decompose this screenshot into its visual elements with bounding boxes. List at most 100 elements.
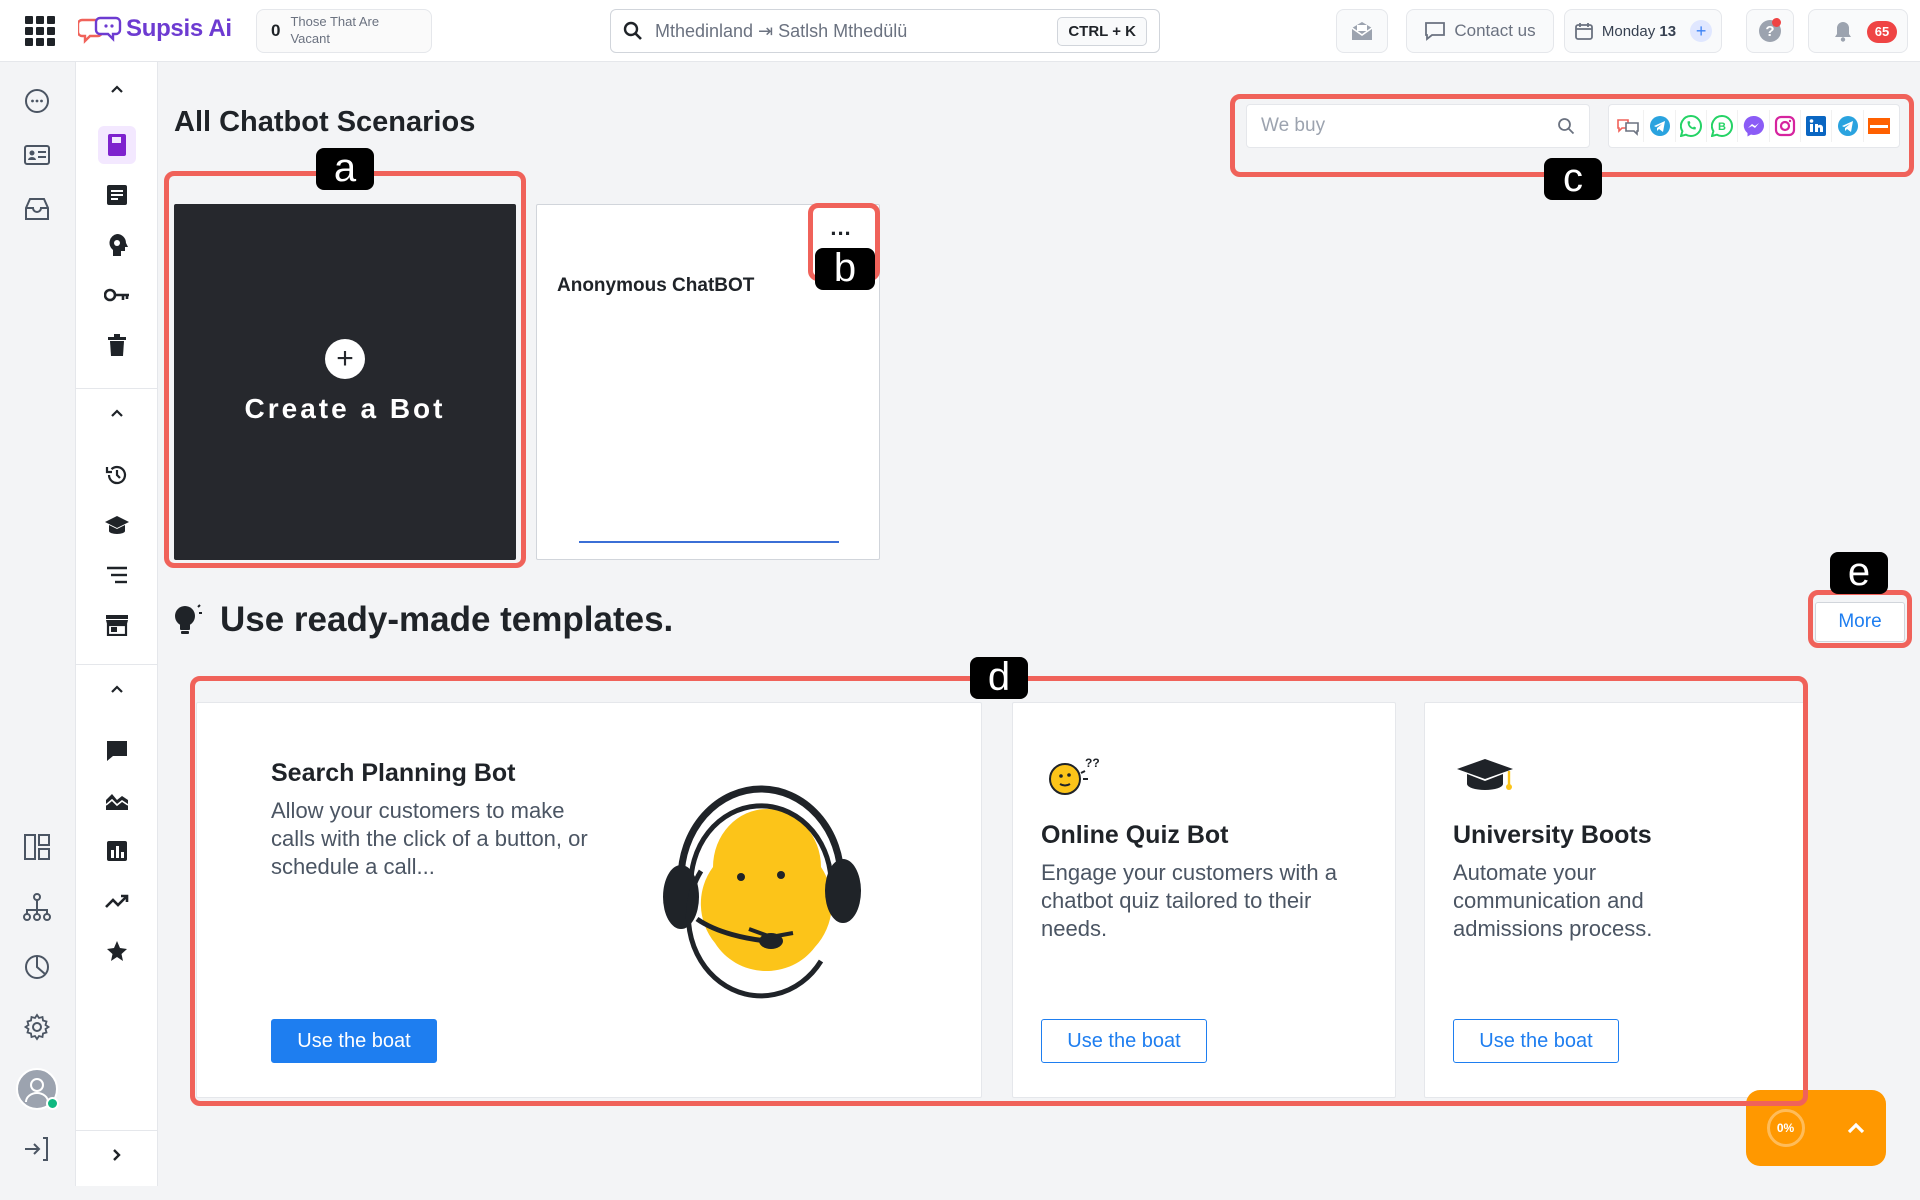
vacant-label: Those That Are Vacant [290, 14, 380, 46]
sidebar-item-notes[interactable] [98, 176, 136, 214]
headset-mascot-illustration [663, 785, 861, 999]
channel-telegram[interactable] [1644, 110, 1676, 142]
trash-icon [108, 334, 126, 356]
vacant-agents-widget[interactable]: 0 Those That Are Vacant [256, 9, 432, 53]
gear-icon [23, 1013, 51, 1041]
hierarchy-icon [23, 893, 51, 921]
messenger-icon [1743, 115, 1764, 137]
template-card-online-quiz: ?? Online Quiz Bot Engage your customers… [1012, 702, 1396, 1098]
channel-linkedin[interactable] [1801, 110, 1833, 142]
page-title: All Chatbot Scenarios [174, 106, 476, 138]
use-template-button[interactable]: Use the boat [1453, 1019, 1619, 1063]
bot-options-button[interactable]: ... [821, 217, 861, 249]
search-input[interactable]: Mthedinland ⇥ Satlsh Mthedülü [655, 21, 1057, 42]
notifications-button[interactable]: 65 [1808, 9, 1908, 53]
add-event-button[interactable]: + [1690, 20, 1713, 42]
archive-icon [25, 198, 49, 220]
top-bar: Supsis Ai 0 Those That Are Vacant Mthedi… [0, 0, 1920, 62]
template-description: Engage your customers with a chatbot qui… [1041, 860, 1337, 941]
channel-multi[interactable] [1613, 110, 1645, 142]
note-icon [107, 185, 127, 205]
bell-icon [1835, 22, 1851, 42]
channel-messenger[interactable] [1738, 110, 1770, 142]
template-title: Search Planning Bot [271, 759, 516, 787]
global-search[interactable]: Mthedinland ⇥ Satlsh Mthedülü CTRL + K [610, 9, 1160, 53]
template-card-university: University Boots Automate your communica… [1424, 702, 1808, 1098]
linkedin-icon [1806, 116, 1827, 136]
brand-name: Supsis Ai [126, 15, 232, 42]
annotation-label-e: e [1830, 552, 1888, 594]
hepsiburada-icon [1868, 118, 1891, 134]
plus-icon: + [325, 339, 365, 379]
contact-us-button[interactable]: Contact us [1406, 9, 1554, 53]
calendar-icon [1574, 23, 1593, 40]
use-template-button[interactable]: Use the boat [1041, 1019, 1207, 1063]
chat-bubble-icon [1425, 22, 1446, 41]
rail-settings[interactable] [22, 1012, 52, 1042]
sidebar-item-training[interactable] [98, 506, 136, 544]
shortcut-hint: CTRL + K [1057, 16, 1147, 46]
collapse-group-3[interactable] [106, 678, 128, 700]
rail-logout[interactable] [22, 1134, 52, 1164]
contact-card-icon [24, 145, 50, 165]
floating-progress-button[interactable]: 0% [1746, 1090, 1886, 1166]
bot-search-field[interactable] [1246, 104, 1590, 148]
sidebar-item-bots[interactable] [98, 126, 136, 164]
sidebar-item-favorites[interactable] [98, 932, 136, 970]
chat-icon [25, 89, 49, 113]
collapse-group-1[interactable] [106, 78, 128, 100]
collapse-group-2[interactable] [106, 402, 128, 424]
create-bot-card[interactable]: + Create a Bot [174, 204, 516, 560]
templates-header: Use ready-made templates. [172, 600, 673, 640]
apps-grid-icon[interactable] [25, 16, 55, 46]
align-list-icon [107, 566, 127, 584]
graduation-cap-icon [1457, 759, 1513, 790]
sidebar-item-history[interactable] [98, 456, 136, 494]
chevron-up-icon [111, 685, 123, 693]
area-chart-icon [105, 794, 129, 810]
annotation-label-d: d [970, 657, 1028, 699]
left-rail [0, 62, 76, 1186]
rail-contacts[interactable] [22, 140, 52, 170]
sidebar-item-trend[interactable] [98, 882, 136, 920]
channel-instagram[interactable] [1770, 110, 1802, 142]
inbox-button[interactable] [1336, 9, 1388, 53]
user-avatar[interactable] [16, 1068, 59, 1110]
key-icon [104, 288, 129, 302]
message-icon [107, 741, 127, 761]
channel-telegram-2[interactable] [1832, 110, 1864, 142]
rail-hierarchy[interactable] [22, 892, 52, 922]
channel-hepsiburada[interactable] [1864, 110, 1895, 142]
head-gear-icon [109, 234, 128, 256]
channel-whatsapp-business[interactable]: B [1707, 110, 1739, 142]
brand-logo[interactable]: Supsis Ai [78, 14, 232, 44]
help-button[interactable]: ? [1746, 9, 1794, 53]
rail-dashboard[interactable] [22, 832, 52, 862]
expand-sidebar[interactable] [106, 1144, 128, 1166]
sidebar-item-list[interactable] [98, 556, 136, 594]
rail-chats[interactable] [22, 86, 52, 116]
rail-archive[interactable] [22, 194, 52, 224]
sidebar-item-area-chart[interactable] [98, 782, 136, 820]
date-widget[interactable]: Monday 13 + [1564, 9, 1722, 53]
whatsapp-business-icon: B [1711, 115, 1734, 137]
sidebar-item-store[interactable] [98, 606, 136, 644]
bar-chart-icon [107, 841, 127, 861]
sidebar-item-bar-chart[interactable] [98, 832, 136, 870]
bot-search-input[interactable] [1261, 115, 1557, 137]
more-templates-button[interactable]: More [1815, 602, 1905, 642]
bot-card-progress-line [579, 541, 839, 543]
use-template-button[interactable]: Use the boat [271, 1019, 437, 1063]
channel-filter: B [1608, 104, 1900, 148]
search-icon [1558, 118, 1575, 135]
template-card-search-planning: Search Planning Bot Allow your customers… [196, 702, 982, 1098]
channel-whatsapp[interactable] [1676, 110, 1708, 142]
rail-reports[interactable] [22, 952, 52, 982]
mail-inbox-icon [1351, 22, 1373, 40]
sidebar-item-keys[interactable] [98, 276, 136, 314]
sidebar-item-trash[interactable] [98, 326, 136, 364]
sidebar-item-ai[interactable] [98, 226, 136, 264]
templates-title: Use ready-made templates. [220, 600, 674, 639]
sidebar-item-messages[interactable] [98, 732, 136, 770]
telegram-icon [1837, 116, 1858, 136]
